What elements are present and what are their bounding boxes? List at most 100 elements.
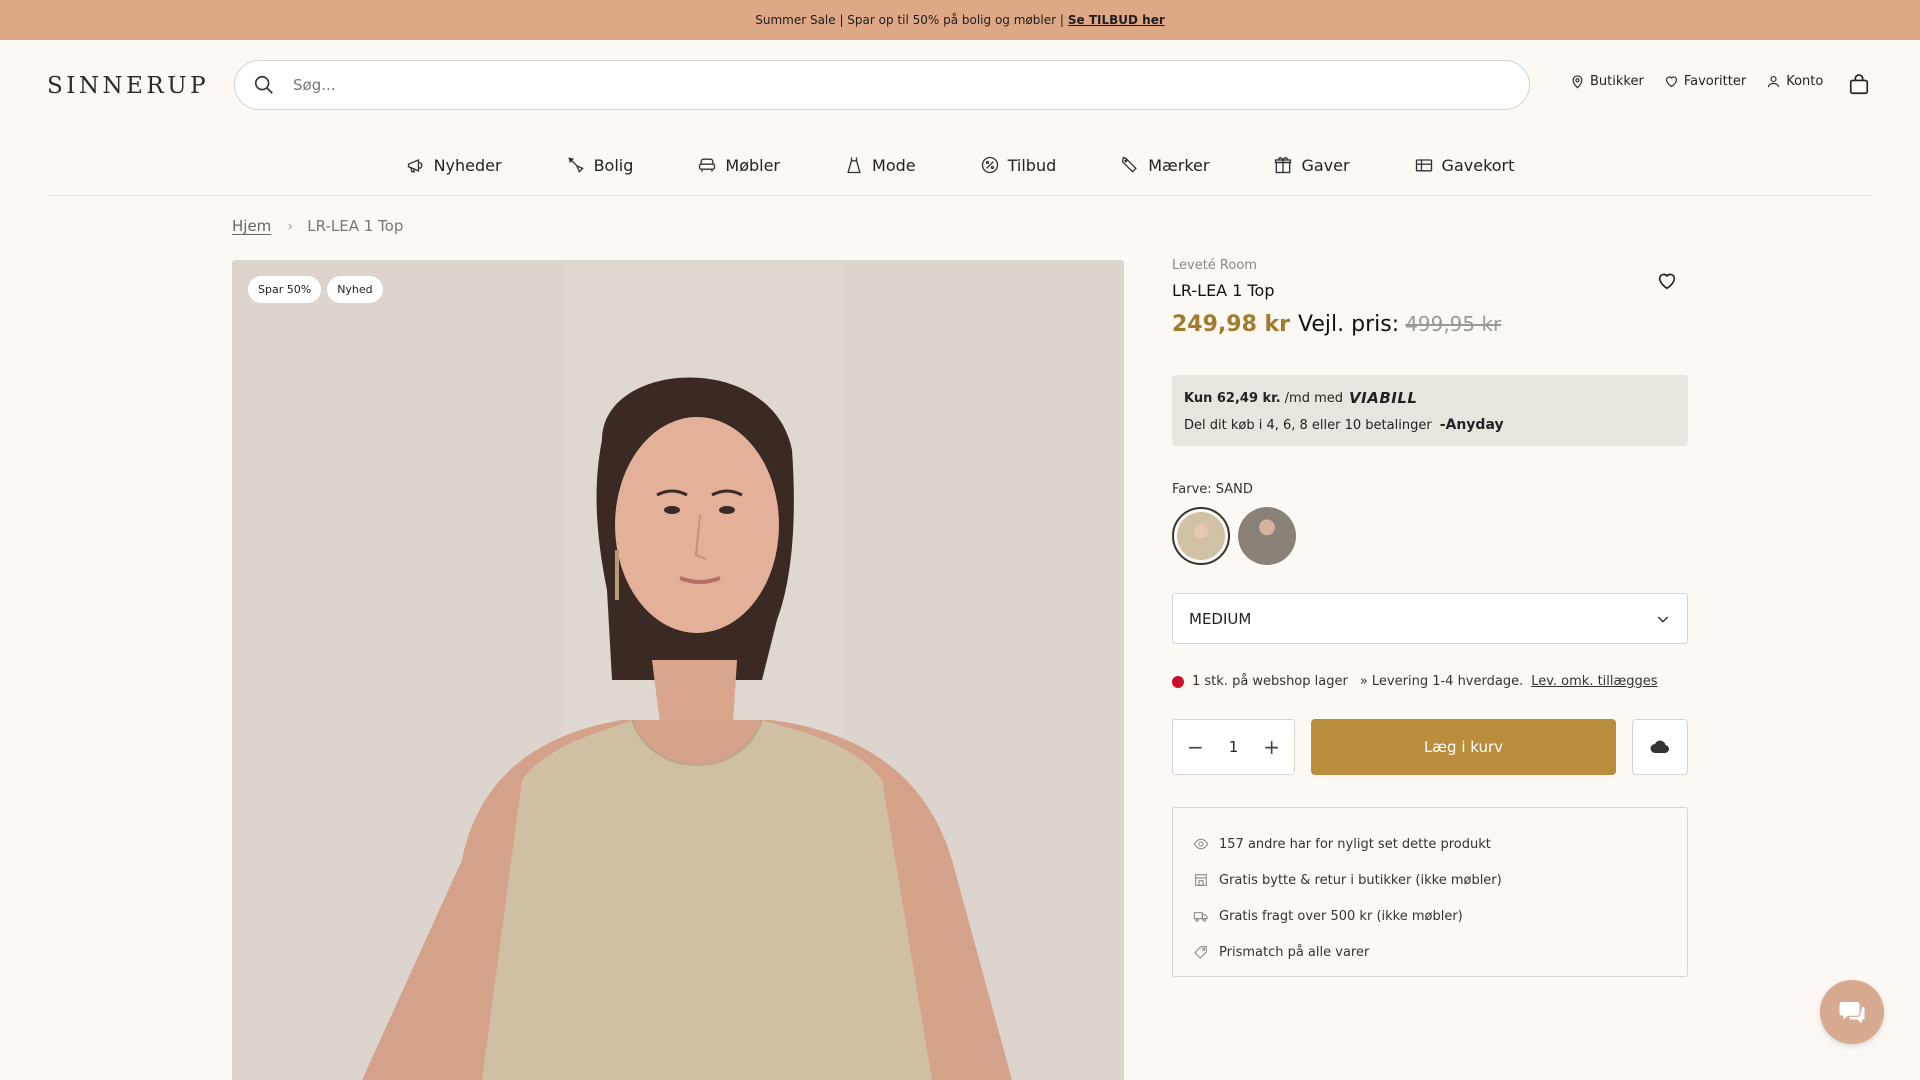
anyday-line: Del dit køb i 4, 6, 8 eller 10 betalinge…	[1184, 417, 1676, 433]
nav-item-gaver[interactable]: Gaver	[1273, 155, 1350, 175]
viabill-amount: Kun 62,49 kr.	[1184, 390, 1281, 406]
nav-item-bolig[interactable]: Bolig	[566, 155, 634, 175]
location-pin-icon	[1572, 75, 1583, 89]
swatch-sand-image	[1177, 512, 1225, 560]
viabill-line: Kun 62,49 kr. /md med VIABILL	[1184, 389, 1676, 407]
usp-text: Gratis fragt over 500 kr (ikke møbler)	[1219, 908, 1463, 924]
swatch-grey[interactable]	[1238, 507, 1296, 565]
nav-item-gavekort[interactable]: Gavekort	[1414, 155, 1515, 175]
dress-icon	[847, 157, 861, 174]
promo-banner: Summer Sale | Spar op til 50% på bolig o…	[0, 0, 1920, 40]
nav-item-tilbud[interactable]: Tilbud	[980, 155, 1057, 175]
color-swatches	[1172, 507, 1688, 565]
store-icon	[1195, 874, 1207, 886]
shipping-cost-link[interactable]: Lev. omk. tillægges	[1531, 674, 1657, 689]
account-label: Konto	[1786, 74, 1824, 89]
user-icon	[1768, 75, 1780, 88]
usp-item: Gratis fragt over 500 kr (ikke møbler)	[1193, 898, 1667, 934]
financing-box: Kun 62,49 kr. /md med VIABILL Del dit kø…	[1172, 375, 1688, 446]
usp-item: 157 andre har for nyligt set dette produ…	[1193, 826, 1667, 862]
usp-text: Prismatch på alle varer	[1219, 944, 1370, 960]
quantity-value[interactable]: 1	[1229, 738, 1239, 756]
swatch-sand[interactable]	[1172, 507, 1230, 565]
price-label: Vejl. pris:	[1298, 312, 1400, 337]
quantity-stepper: − 1 +	[1172, 719, 1295, 775]
truck-icon	[1193, 912, 1208, 922]
anyday-text: Del dit køb i 4, 6, 8 eller 10 betalinge…	[1184, 417, 1432, 433]
nav-item-mobler[interactable]: Møbler	[697, 155, 780, 175]
stores-link[interactable]: Butikker	[1570, 74, 1644, 89]
heart-icon	[1665, 76, 1677, 88]
brush-icon	[567, 157, 584, 173]
gift-icon	[1275, 157, 1292, 174]
gift-card-icon	[1415, 159, 1432, 172]
nav-label: Bolig	[593, 155, 634, 175]
nav-label: Mode	[872, 155, 916, 175]
product-title: LR-LEA 1 Top	[1172, 281, 1275, 300]
price-current: 249,98 kr	[1172, 312, 1291, 337]
stock-status: 1 stk. på webshop lager » Levering 1-4 h…	[1172, 674, 1688, 689]
stock-text: 1 stk. på webshop lager	[1192, 674, 1348, 689]
chevron-right-icon: ›	[287, 217, 294, 235]
size-selected: MEDIUM	[1189, 609, 1252, 628]
nav-label: Gaver	[1301, 155, 1350, 175]
nav-label: Tilbud	[1007, 155, 1057, 175]
chat-icon	[1839, 1002, 1865, 1024]
usp-item: Gratis bytte & retur i butikker (ikke mø…	[1193, 862, 1667, 898]
product-brand[interactable]: Leveté Room	[1172, 258, 1688, 273]
megaphone-icon	[407, 159, 423, 173]
breadcrumb: Hjem › LR-LEA 1 Top	[232, 217, 403, 235]
breadcrumb-home[interactable]: Hjem	[232, 217, 271, 235]
stock-dot-icon	[1172, 675, 1184, 688]
viabill-logo: VIABILL	[1349, 389, 1418, 407]
buy-row: − 1 + Læg i kurv	[1172, 719, 1688, 775]
nav-item-nyheder[interactable]: Nyheder	[406, 155, 502, 175]
promo-banner-link[interactable]: Se TILBUD her	[1068, 13, 1165, 27]
promo-banner-text: Summer Sale | Spar op til 50% på bolig o…	[755, 13, 1064, 27]
nav-label: Mærker	[1148, 155, 1210, 175]
delivery-text: » Levering 1-4 hverdage.	[1359, 674, 1524, 689]
search-input[interactable]	[293, 76, 1493, 94]
cloud-button[interactable]	[1632, 719, 1688, 775]
color-label: Farve: SAND	[1172, 482, 1253, 497]
usp-text: Gratis bytte & retur i butikker (ikke mø…	[1219, 872, 1502, 888]
favorites-label: Favoritter	[1683, 74, 1747, 89]
usp-box: 157 andre har for nyligt set dette produ…	[1172, 807, 1688, 977]
chat-button[interactable]	[1820, 980, 1884, 1044]
product-photo	[232, 260, 1124, 1080]
stores-label: Butikker	[1590, 74, 1644, 89]
tag-icon	[1122, 156, 1138, 173]
favorites-link[interactable]: Favoritter	[1664, 74, 1746, 89]
cart-icon[interactable]	[1848, 74, 1870, 96]
site-logo[interactable]: SINNERUP	[47, 73, 209, 99]
nav-label: Møbler	[725, 155, 781, 175]
product-info: Leveté Room LR-LEA 1 Top 249,98 kr Vejl.…	[1172, 258, 1688, 977]
swatch-grey-image	[1238, 507, 1296, 565]
nav-item-mode[interactable]: Mode	[844, 155, 916, 175]
size-select[interactable]: MEDIUM	[1172, 593, 1688, 644]
usp-text: 157 andre har for nyligt set dette produ…	[1219, 836, 1491, 852]
product-image[interactable]: Spar 50% Nyhed	[232, 260, 1124, 1080]
cloud-icon	[1650, 740, 1670, 753]
breadcrumb-current: LR-LEA 1 Top	[307, 217, 404, 235]
account-link[interactable]: Konto	[1766, 74, 1823, 89]
nav-item-maerker[interactable]: Mærker	[1120, 155, 1209, 175]
nav-label: Nyheder	[433, 155, 502, 175]
search-bar[interactable]	[234, 60, 1530, 110]
main-nav: Nyheder Bolig Møbler Mode Tilbud Mærker …	[0, 148, 1920, 182]
nav-label: Gavekort	[1441, 155, 1515, 175]
percent-icon	[981, 156, 998, 174]
product-badges: Spar 50% Nyhed	[248, 276, 389, 303]
minus-icon[interactable]: −	[1187, 735, 1204, 759]
sofa-icon	[699, 158, 716, 172]
viabill-text: /md med	[1284, 390, 1344, 406]
price-original: 499,95 kr	[1405, 312, 1502, 336]
new-badge: Nyhed	[327, 276, 383, 303]
heart-icon[interactable]	[1656, 270, 1678, 292]
nav-divider	[47, 195, 1873, 196]
chevron-down-icon	[1657, 616, 1669, 623]
plus-icon[interactable]: +	[1263, 735, 1280, 759]
eye-icon	[1193, 838, 1209, 850]
price-row: 249,98 kr Vejl. pris: 499,95 kr	[1172, 312, 1688, 337]
add-to-cart-button[interactable]: Læg i kurv	[1311, 719, 1616, 775]
